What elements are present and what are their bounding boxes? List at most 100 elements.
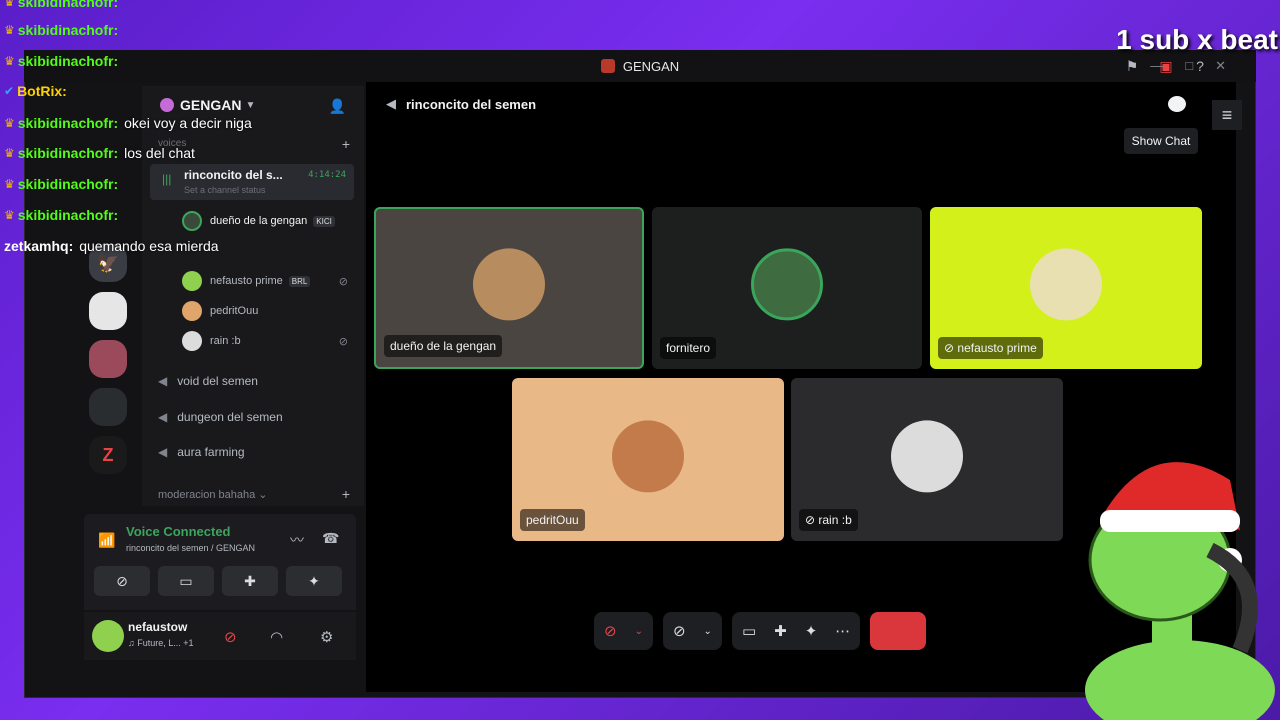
- voice-location[interactable]: rinconcito del semen / GENGAN: [126, 543, 255, 553]
- chat-text: okei voy a decir niga: [124, 115, 252, 131]
- mic-muted-icon: ⊘: [805, 513, 819, 527]
- camera-control[interactable]: ⊘ ⌄: [662, 612, 722, 650]
- chat-message: ✔ BotRix:: [4, 83, 67, 99]
- headphones-icon[interactable]: ◠: [270, 628, 283, 646]
- participant-name: pedritOuu: [520, 509, 585, 531]
- speaker-icon: ◀: [386, 96, 396, 111]
- chat-message: ♛ skibidinachofr:: [4, 0, 124, 10]
- speaker-icon: ◀: [158, 410, 168, 424]
- chat-username: skibidinachofr:: [17, 0, 119, 10]
- more-options-icon[interactable]: ⋯: [835, 622, 850, 640]
- extra-controls: ▭ ✚ ✦ ⋯: [731, 612, 861, 650]
- camera-off-icon[interactable]: ⊘: [673, 622, 686, 640]
- chat-message: ♛ skibidinachofr: los del chat: [4, 145, 195, 161]
- member-badge: BRL: [288, 275, 311, 287]
- crown-icon: ♛: [4, 116, 15, 130]
- mic-muted-icon[interactable]: ⊘: [224, 628, 237, 646]
- mic-muted-icon: ⊘: [338, 335, 348, 348]
- member-name: rain :b: [210, 335, 241, 347]
- activities-button[interactable]: ✚: [222, 566, 278, 596]
- voice-member[interactable]: pedritOuu: [182, 300, 354, 322]
- maximize-icon[interactable]: □: [1185, 58, 1193, 74]
- crown-icon: ♛: [4, 23, 15, 37]
- minimize-icon[interactable]: —: [1150, 58, 1163, 74]
- member-name: pedritOuu: [210, 305, 259, 317]
- chat-username: skibidinachofr:: [17, 22, 119, 38]
- chevron-down-icon[interactable]: ⌄: [635, 626, 643, 637]
- participant-tile[interactable]: fornitero: [652, 207, 922, 369]
- user-panel: nefaustow ♫ Future, L... +1 ⊘ ◠ ⚙: [84, 612, 356, 660]
- chat-username: skibidinachofr:: [17, 115, 119, 131]
- mic-muted-icon: ⊘: [944, 341, 958, 355]
- mic-muted-icon[interactable]: ⊘: [604, 622, 617, 640]
- noise-suppression-icon[interactable]: 〰: [290, 530, 304, 550]
- voice-channel[interactable]: ◀ dungeon del semen: [158, 406, 283, 428]
- voice-channel[interactable]: ◀ void del semen: [158, 370, 258, 392]
- user-status: ♫ Future, L... +1: [128, 638, 194, 648]
- close-icon[interactable]: ✕: [1215, 58, 1226, 74]
- speaker-icon: ◀: [158, 374, 168, 388]
- soundboard-button[interactable]: ✦: [286, 566, 342, 596]
- user-name[interactable]: nefaustow: [128, 620, 187, 634]
- participant-avatar: [612, 419, 684, 492]
- channel-name: dungeon del semen: [177, 410, 283, 424]
- server-icon[interactable]: [89, 388, 127, 426]
- mic-control[interactable]: ⊘ ⌄: [594, 612, 653, 650]
- crown-icon: ♛: [4, 208, 15, 222]
- chat-text: quemando esa mierda: [79, 238, 219, 254]
- camera-off-button[interactable]: ⊘: [94, 566, 150, 596]
- participant-tile[interactable]: dueño de la gengan: [374, 207, 644, 369]
- speaker-icon: ◀: [158, 445, 168, 459]
- disconnect-icon[interactable]: ☎: [322, 530, 339, 547]
- voice-connected-panel: 📶 Voice Connected rinconcito del semen /…: [84, 514, 356, 610]
- avatar: [182, 301, 202, 321]
- participant-tile[interactable]: pedritOuu: [512, 378, 784, 541]
- verified-icon: ✔: [4, 84, 15, 98]
- voice-channel[interactable]: ◀ aura farming: [158, 441, 245, 463]
- sub-goal-label: 1 sub x beat: [1116, 24, 1278, 55]
- user-avatar[interactable]: [92, 620, 124, 652]
- connection-signal-icon[interactable]: 📶: [98, 532, 115, 549]
- chat-message: zetkamhq: quemando esa mierda: [4, 238, 219, 254]
- call-channel-name: rinconcito del semen: [406, 96, 537, 112]
- participant-name-text: rain :b: [818, 513, 852, 527]
- hamburger-menu-icon[interactable]: ≡: [1212, 100, 1242, 130]
- crown-icon: ♛: [4, 146, 15, 160]
- participant-tile[interactable]: ⊘ rain :b: [791, 378, 1063, 541]
- chevron-down-icon[interactable]: ⌄: [704, 626, 712, 637]
- screen-share-icon[interactable]: ▭: [742, 622, 756, 640]
- stream-chat-overlay: ♛ skibidinachofr: ♛ skibidinachofr: ♛ sk…: [0, 0, 360, 260]
- server-icon[interactable]: [89, 340, 127, 378]
- server-icon[interactable]: Z: [89, 436, 127, 474]
- chat-bubble-icon[interactable]: [1168, 96, 1186, 112]
- voice-member[interactable]: rain :b ⊘: [182, 330, 354, 352]
- soundboard-icon[interactable]: ✦: [805, 622, 818, 640]
- pin-icon[interactable]: ⚑: [1124, 58, 1140, 74]
- server-icon[interactable]: [89, 292, 127, 330]
- avatar: [182, 331, 202, 351]
- settings-gear-icon[interactable]: ⚙: [320, 628, 333, 646]
- crown-icon: ♛: [4, 54, 15, 68]
- participant-tile[interactable]: ⊘ nefausto prime: [930, 207, 1202, 369]
- streamer-mascot: [1085, 462, 1275, 720]
- channel-name: aura farming: [177, 445, 245, 459]
- add-channel-icon[interactable]: +: [342, 486, 350, 502]
- voice-status[interactable]: Voice Connected: [126, 524, 231, 539]
- member-name: nefausto prime: [210, 275, 283, 287]
- chat-username: skibidinachofr:: [17, 53, 119, 69]
- chat-text: los del chat: [124, 145, 195, 161]
- screen-share-button[interactable]: ▭: [158, 566, 214, 596]
- crown-icon: ♛: [4, 0, 15, 9]
- activities-icon[interactable]: ✚: [774, 622, 787, 640]
- chat-message: ♛ skibidinachofr:: [4, 22, 118, 38]
- participant-name-text: nefausto prime: [957, 341, 1037, 355]
- voice-member[interactable]: nefausto prime BRL ⊘: [182, 270, 354, 292]
- participant-name: ⊘ nefausto prime: [938, 337, 1043, 359]
- participant-avatar: [891, 419, 963, 492]
- category-moderacion[interactable]: moderacion bahaha ⌄: [158, 488, 268, 501]
- app-icon: [600, 59, 615, 73]
- leave-call-button[interactable]: [870, 612, 927, 650]
- call-controls: ⊘ ⌄ ⊘ ⌄ ▭ ✚ ✦ ⋯: [594, 612, 927, 650]
- chat-message: ♛ skibidinachofr:: [4, 53, 118, 69]
- participant-avatar: [473, 248, 545, 321]
